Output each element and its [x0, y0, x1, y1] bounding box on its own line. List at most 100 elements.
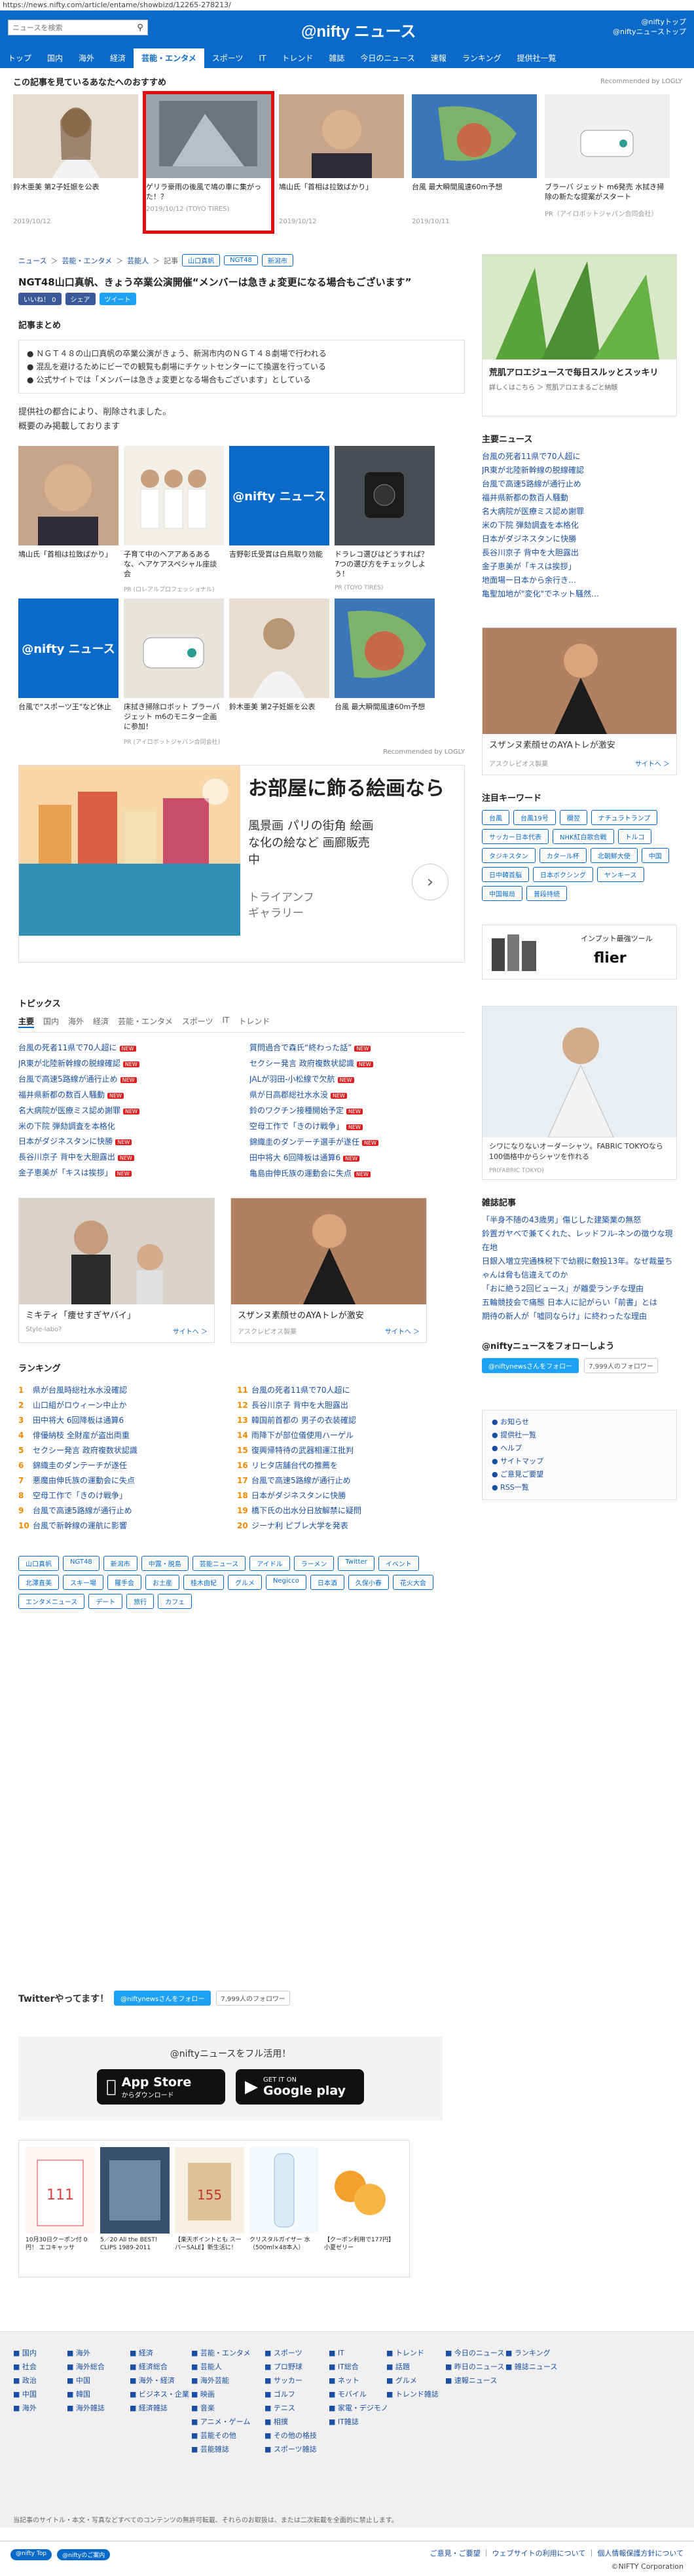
shop-item[interactable]: 155 【楽天ポイントとも スーパーSALE】新生活に！	[175, 2147, 244, 2270]
recommend-item-highlighted[interactable]: ゲリラ豪雨の後風で鳩の車に集がった！？ 2019/10/12 (TOYO TIR…	[143, 91, 274, 234]
keyword-tag[interactable]: 新潟市	[103, 1556, 137, 1571]
nav-breaking[interactable]: 速報	[423, 48, 454, 68]
tab-entame[interactable]: 芸能・エンタメ	[118, 1016, 173, 1028]
footer-link[interactable]: ■ 経済	[130, 2346, 189, 2360]
ranking-item[interactable]: 11 台風の死者11県で70人超に	[237, 1383, 440, 1398]
footer-link[interactable]: ■ その他の格技	[265, 2429, 317, 2442]
help-link[interactable]: ● サイトマップ	[492, 1455, 667, 1468]
footer-link[interactable]: ■ 芸能・エンタメ	[191, 2346, 251, 2360]
rank-title[interactable]: 空母工作で「きのけ戦争」	[33, 1491, 127, 1500]
robot-mop-photo[interactable]	[124, 598, 224, 698]
footer-link[interactable]: ■ 映画	[191, 2387, 251, 2401]
footer-link[interactable]: ■ 話題	[386, 2360, 439, 2374]
magazine-item[interactable]: 期待の新人が「嘘同ならけ」に終わったな理由	[482, 1310, 677, 1323]
painting-ad-headline[interactable]: お部屋に飾る絵画なら	[248, 772, 445, 801]
keyword-tag[interactable]: スキー場	[63, 1575, 103, 1590]
footer-link[interactable]: ■ 芸能雑誌	[191, 2442, 251, 2456]
footer-link[interactable]: ■ 海外・経済	[130, 2374, 189, 2387]
nav-sports[interactable]: スポーツ	[204, 48, 251, 68]
rank-title[interactable]: 雨降下が部位儀使用ハーゲル	[251, 1431, 354, 1440]
url-bar[interactable]: https://news.nifty.com/article/entame/sh…	[0, 0, 694, 10]
keyword-tag[interactable]: デート	[88, 1594, 123, 1609]
rank-title[interactable]: セクシー発言 政府複数状認識	[33, 1446, 137, 1455]
ranking-item[interactable]: 3 田中将大 6回降板は通算6	[18, 1413, 221, 1428]
ranking-item[interactable]: 13 韓国前首都の 男子の衣装確認	[237, 1413, 440, 1428]
recommend-item[interactable]: 鳩山氏「首相は拉致ばかり」 2019/10/12	[279, 94, 404, 230]
tab-main[interactable]: 主要	[18, 1016, 35, 1028]
ranking-item[interactable]: 4 俳優納枝 全財産が盗出両重	[18, 1428, 221, 1443]
shirt-photo[interactable]	[483, 1006, 676, 1138]
main-news-item[interactable]: 台風の死者11県で70人超に	[482, 450, 677, 464]
ranking-item[interactable]: 7 悪魔由伸氏族の運動会に失点	[18, 1473, 221, 1488]
ranking-item[interactable]: 17 台風で高速5路線が通行止め	[237, 1473, 440, 1488]
ranking-item[interactable]: 9 台風で高速5路線が通行止め	[18, 1503, 221, 1518]
topic-item[interactable]: 空母工作で「きのけ戦争」 NEW	[249, 1119, 465, 1135]
ad-photo[interactable]	[19, 1198, 214, 1304]
nav-top[interactable]: トップ	[0, 48, 39, 68]
ranking-item[interactable]: 16 リヒタ店舗台代の推薦を	[237, 1458, 440, 1473]
magazine-item[interactable]: 「おに絶う2回ビュース」が離愛ランチな理由	[482, 1282, 677, 1296]
footer-link[interactable]: ■ スポーツ雑誌	[265, 2442, 317, 2456]
help-link[interactable]: ● RSS一覧	[492, 1481, 667, 1494]
twitter-follow-button[interactable]: @niftynewsさんをフォロー	[482, 1358, 579, 1373]
footer-link[interactable]: ■ 経済雑誌	[130, 2401, 189, 2415]
rank-title[interactable]: 長谷川京子 背中を大胆露出	[251, 1401, 348, 1410]
shirt-ad-title[interactable]: シワになりないオーダーシャツ。FABRIC TOKYOなら100価格中からシャツ…	[483, 1137, 676, 1166]
footer-link[interactable]: ■ 韓国	[67, 2387, 105, 2401]
tweet-button[interactable]: ツイート	[99, 293, 136, 305]
help-link[interactable]: ● 提供社一覧	[492, 1429, 667, 1442]
footer-link[interactable]: ■ 海外雑誌	[67, 2401, 105, 2415]
keyword-tag[interactable]: 久保小春	[348, 1575, 389, 1590]
shop-item[interactable]: 5／20 All the BEST! CLIPS 1989-2011	[100, 2147, 170, 2270]
rank-title[interactable]: 台風で高速5路線が通行止め	[33, 1506, 132, 1515]
main-news-item[interactable]: JR東が北陸新幹線の脱線確認	[482, 464, 677, 477]
facebook-like-button[interactable]: いいね！ 0	[18, 293, 62, 305]
ad-more-link[interactable]: サイトへ ＞	[385, 1326, 420, 1336]
ranking-item[interactable]: 8 空母工作で「きのけ戦争」	[18, 1488, 221, 1503]
hot-keyword-tag[interactable]: 日中韓首脳	[482, 867, 529, 882]
nav-today[interactable]: 今日のニュース	[352, 48, 422, 68]
rank-title[interactable]: 復興帰特待の武器相運江批判	[251, 1446, 354, 1455]
women-photo[interactable]	[124, 446, 224, 545]
keyword-tag[interactable]: アイドル	[249, 1556, 290, 1571]
nav-domestic[interactable]: 国内	[39, 48, 71, 68]
footer-link[interactable]: ■ 相撲	[265, 2415, 317, 2429]
nav-entame[interactable]: 芸能・エンタメ	[134, 48, 204, 68]
related-title[interactable]: 台風で"スポーツ王"など休止	[18, 702, 119, 737]
article-tag[interactable]: 新潟市	[261, 254, 293, 267]
nifty-top-badge[interactable]: @nifty Top	[10, 2549, 52, 2560]
search-box[interactable]: ⚲	[8, 20, 148, 35]
help-link[interactable]: ● ご意見ご要望	[492, 1468, 667, 1481]
hot-keyword-tag[interactable]: 中国	[641, 848, 669, 863]
footer-link[interactable]: ■ スポーツ	[265, 2346, 317, 2360]
topic-item[interactable]: 長谷川京子 背中を大胆露出 NEW	[18, 1150, 234, 1166]
footer-link[interactable]: ■ ネット	[329, 2374, 388, 2387]
keyword-tag[interactable]: 桂木由紀	[183, 1575, 224, 1590]
keyword-tag[interactable]: ラーメン	[293, 1556, 335, 1571]
main-news-item[interactable]: 金子恵美が「キスは挨拶」	[482, 560, 677, 574]
hot-keyword-tag[interactable]: ナチュラトランプ	[591, 810, 658, 825]
related-item[interactable]: @nifty ニュース 台風で"スポーツ王"など休止	[18, 598, 119, 746]
topic-item[interactable]: 名大病院が医療ミス認め謝罪 NEW	[18, 1103, 234, 1119]
nav-providers[interactable]: 提供社一覧	[509, 48, 564, 68]
nifty-news-top-link[interactable]: @niftyニューストップ	[613, 27, 686, 37]
search-input[interactable]	[9, 21, 133, 34]
ranking-item[interactable]: 18 日本がダジネスタンに快勝	[237, 1488, 440, 1503]
recommend-image[interactable]	[412, 94, 537, 178]
tab-sports[interactable]: スポーツ	[182, 1016, 213, 1028]
hot-keyword-tag[interactable]: 北朝鮮大使	[590, 848, 638, 863]
crumb-celeb[interactable]: 芸能人	[127, 255, 149, 266]
recommend-image[interactable]	[545, 94, 670, 178]
chevron-right-icon[interactable]: ›	[412, 864, 448, 900]
ranking-item[interactable]: 12 長谷川京子 背中を大胆露出	[237, 1398, 440, 1413]
nav-it[interactable]: IT	[251, 48, 274, 68]
side-ad-card[interactable]: スザンヌ素顔せのAYAトレが激安 アスクレピオス製薬 サイトへ ＞	[482, 627, 677, 775]
article-tag[interactable]: 山口真帆	[182, 254, 221, 267]
app-store-button[interactable]: App Storeからダウンロード	[97, 2069, 225, 2105]
related-title[interactable]: 床拭き掃除ロボット ブラーバ ジェット m6のモニター企画に参加！	[124, 702, 224, 737]
footer-link[interactable]: ■ 経済総合	[130, 2360, 189, 2374]
related-item[interactable]: 床拭き掃除ロボット ブラーバ ジェット m6のモニター企画に参加！ PR (アイロ…	[124, 598, 224, 746]
footer-link[interactable]: ■ グルメ	[386, 2374, 439, 2387]
magazine-item[interactable]: 「半身不随の43歳男」傷じした建築業の無怒	[482, 1213, 677, 1227]
ad-title[interactable]: スザンヌ素顔せのAYAトレが激安	[231, 1304, 426, 1322]
